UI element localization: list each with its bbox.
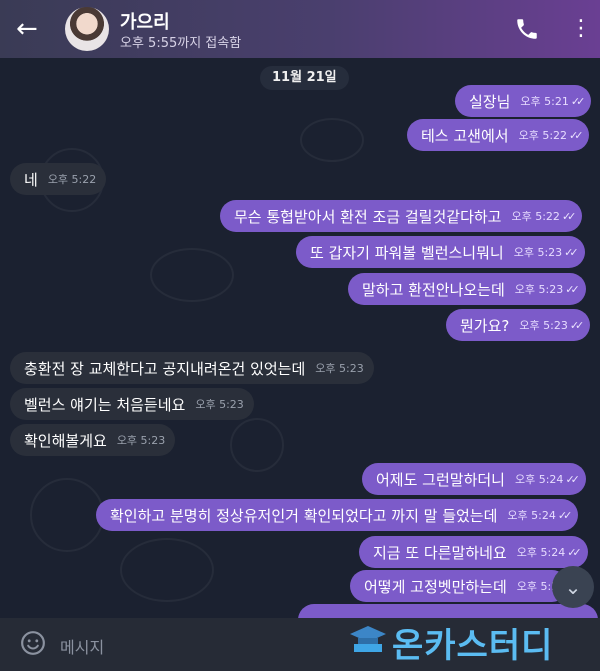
phone-icon[interactable]	[514, 16, 540, 42]
read-ticks-icon: ✓✓	[565, 472, 580, 486]
outgoing-message[interactable]: 테스 고샌에서 오후 5:22 ✓✓	[407, 119, 590, 151]
message-time: 오후 5:23	[116, 434, 166, 447]
background-doodle	[120, 538, 214, 602]
read-ticks-icon: ✓✓	[569, 318, 585, 332]
outgoing-message[interactable]: 무슨 통협받아서 환전 조금 걸릴것같다하고 오후 5:22 ✓✓	[220, 200, 583, 232]
incoming-message[interactable]: 벨런스 얘기는 처음듣네요 오후 5:23	[10, 388, 254, 420]
message-time: 오후 5:21	[520, 95, 569, 108]
message-text: 뭔가요?	[460, 316, 510, 335]
message-input[interactable]: 메시지	[60, 634, 104, 658]
message-time: 오후 5:24	[507, 509, 556, 522]
contact-name[interactable]: 가으리	[120, 8, 170, 34]
message-time: 오후 5:24	[514, 473, 564, 486]
chat-header: ← 가으리 오후 5:55까지 접속함 ⋮	[0, 0, 600, 58]
background-doodle	[300, 118, 364, 162]
message-text: 네	[24, 170, 38, 189]
read-ticks-icon: ✓✓	[570, 94, 586, 108]
message-time: 오후 5:24	[516, 546, 566, 559]
message-text: 말하고 환전안나오는데	[362, 280, 505, 299]
message-time: 오후 5:23	[513, 246, 563, 259]
message-time: 오후 5:22	[518, 129, 568, 142]
message-text: 어제도 그런말하더니	[376, 470, 505, 489]
outgoing-message[interactable]: 어제도 그런말하더니 오후 5:24 ✓✓	[362, 463, 586, 495]
more-vertical-icon[interactable]: ⋮	[570, 16, 592, 42]
avatar[interactable]	[65, 7, 109, 51]
graduation-cap-icon	[350, 626, 386, 652]
emoji-icon[interactable]	[20, 630, 46, 656]
outgoing-message[interactable]: 또 갑자기 파워볼 벨런스니뭐니 오후 5:23 ✓✓	[296, 236, 585, 268]
read-ticks-icon: ✓✓	[565, 282, 580, 296]
message-time: 오후 5:23	[514, 283, 564, 296]
message-text: 실장님	[469, 92, 511, 111]
watermark-logo: 온카스터디	[392, 626, 554, 666]
outgoing-message[interactable]: 어떻게 고정벳만하는데 오후 5:2	[350, 570, 569, 602]
outgoing-message[interactable]: 지금 또 다른말하네요 오후 5:24 ✓✓	[359, 536, 588, 568]
message-list[interactable]: 11월 21일 실장님 오후 5:21 ✓✓ 테스 고샌에서 오후 5:22 ✓…	[0, 58, 600, 618]
message-time: 오후 5:22	[511, 210, 560, 223]
outgoing-message[interactable]: 뭔가요? 오후 5:23 ✓✓	[446, 309, 591, 341]
last-seen-status: 오후 5:55까지 접속함	[120, 36, 242, 51]
outgoing-message[interactable]: 말하고 환전안나오는데 오후 5:23 ✓✓	[348, 273, 586, 305]
date-separator: 11월 21일	[260, 66, 349, 90]
message-text: 벨런스 얘기는 처음듣네요	[24, 395, 186, 414]
read-ticks-icon: ✓✓	[561, 209, 577, 223]
message-time: 오후 5:23	[519, 319, 568, 332]
read-ticks-icon: ✓✓	[557, 508, 573, 522]
background-doodle	[150, 248, 234, 302]
message-time: 오후 5:23	[195, 398, 244, 411]
message-text: 무슨 통협받아서 환전 조금 걸릴것같다하고	[234, 207, 502, 226]
message-time: 오후 5:23	[315, 362, 364, 375]
outgoing-message-clipped[interactable]	[298, 604, 598, 618]
incoming-message[interactable]: 확인해볼게요 오후 5:23	[10, 424, 176, 456]
message-text: 지금 또 다른말하네요	[373, 543, 507, 562]
read-ticks-icon: ✓✓	[569, 128, 584, 142]
message-time: 오후 5:22	[47, 173, 97, 186]
message-text: 확인해볼게요	[24, 431, 107, 450]
scroll-down-button[interactable]: ⌄	[552, 566, 594, 608]
message-text: 확인하고 분명히 정상유저인거 확인되었다고 까지 말 들었는데	[110, 506, 498, 525]
background-doodle	[230, 418, 284, 472]
read-ticks-icon: ✓✓	[567, 545, 582, 559]
incoming-message[interactable]: 네 오후 5:22	[10, 163, 107, 195]
message-text: 또 갑자기 파워볼 벨런스니뭐니	[310, 243, 504, 262]
outgoing-message[interactable]: 확인하고 분명히 정상유저인거 확인되었다고 까지 말 들었는데 오후 5:24…	[96, 499, 579, 531]
outgoing-message[interactable]: 실장님 오후 5:21 ✓✓	[455, 85, 592, 117]
read-ticks-icon: ✓✓	[564, 245, 579, 259]
message-text: 어떻게 고정벳만하는데	[364, 577, 507, 596]
incoming-message[interactable]: 충환전 장 교체한다고 공지내려온건 있엇는데 오후 5:23	[10, 352, 374, 384]
message-text: 충환전 장 교체한다고 공지내려온건 있엇는데	[24, 359, 306, 378]
background-doodle	[30, 478, 104, 552]
back-arrow-icon[interactable]: ←	[16, 14, 42, 44]
message-text: 테스 고샌에서	[421, 126, 509, 145]
